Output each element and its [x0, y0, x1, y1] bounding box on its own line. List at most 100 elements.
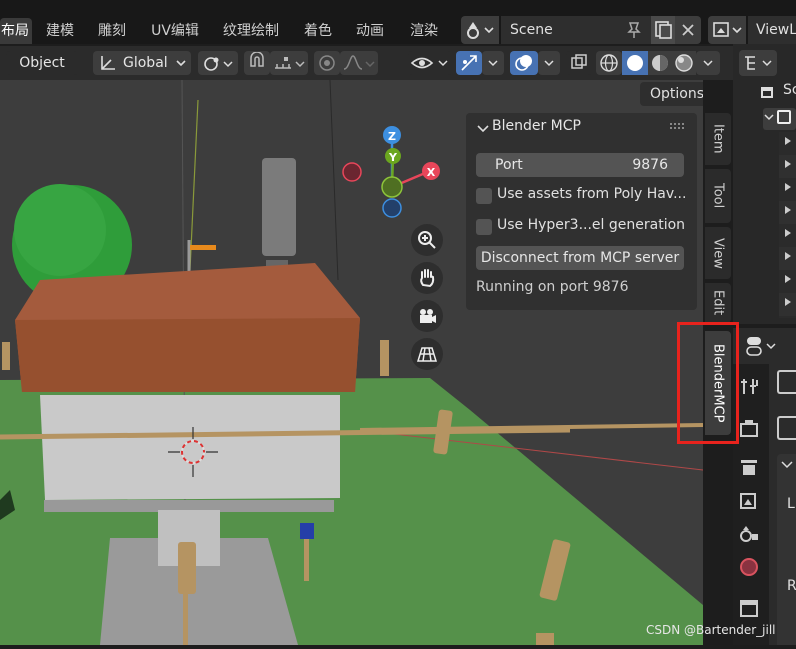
editor-type-icon	[746, 337, 776, 356]
tab-animation[interactable]: 动画	[350, 18, 390, 44]
tab-uv-editing[interactable]: UV编辑	[146, 18, 204, 44]
collection-icon	[777, 110, 791, 124]
overlays-icon	[515, 55, 532, 71]
orientation-icon	[101, 56, 115, 70]
delete-scene-icon[interactable]	[675, 16, 701, 44]
perspective-toggle-button[interactable]	[411, 338, 443, 370]
watermark: CSDN @Bartender_jill	[646, 623, 776, 637]
chevron-down-icon	[176, 60, 186, 67]
mode-menu[interactable]: Object	[6, 51, 78, 75]
tab-layout[interactable]: 布局	[0, 18, 32, 44]
properties-panel: L R	[733, 328, 796, 645]
port-field[interactable]: Port 9876	[476, 153, 684, 177]
proportional-falloff-dropdown[interactable]	[340, 51, 378, 75]
collapse-chevron-icon[interactable]	[476, 122, 490, 136]
snap-toggle[interactable]	[244, 51, 270, 75]
hand-icon	[420, 269, 435, 288]
new-scene-icon[interactable]	[651, 16, 675, 44]
options-label: Options	[650, 86, 703, 102]
properties-editor-type[interactable]	[745, 333, 783, 359]
shading-rendered[interactable]	[672, 51, 696, 75]
tab-sculpt[interactable]: 雕刻	[92, 18, 132, 44]
xray-toggle[interactable]	[566, 51, 592, 75]
server-status-text: Running on port 9876	[476, 279, 629, 295]
camera-view-button[interactable]	[411, 300, 443, 332]
shading-material[interactable]	[648, 51, 672, 75]
chevron-down-icon	[488, 60, 498, 67]
tab-tool[interactable]: Tool	[705, 169, 731, 223]
scene-icon[interactable]	[461, 16, 499, 44]
options-dropdown[interactable]: Options	[640, 82, 703, 106]
wireframe-sphere-icon	[600, 54, 618, 72]
shading-dropdown[interactable]	[696, 51, 720, 75]
gizmo-toggle[interactable]	[456, 51, 482, 75]
disconnect-button[interactable]: Disconnect from MCP server	[476, 246, 684, 270]
tab-texture-paint[interactable]: 纹理绘制	[218, 18, 284, 44]
blender-mcp-panel: Blender MCP Port 9876 Use assets from Po…	[466, 113, 697, 310]
chevron-down-icon	[544, 60, 554, 67]
tab-view[interactable]: View	[705, 227, 731, 279]
tab-edit[interactable]: Edit	[705, 283, 731, 323]
pivot-point-dropdown[interactable]	[198, 51, 238, 75]
poly-haven-label: Use assets from Poly Hav...	[497, 186, 687, 202]
transform-orientation-dropdown[interactable]: Global	[93, 51, 191, 75]
overlays-toggle[interactable]	[510, 51, 538, 75]
eye-icon	[410, 57, 448, 69]
expand-chevron-icon[interactable]	[780, 458, 794, 472]
outliner-icon	[745, 56, 772, 70]
tool-settings-icon[interactable]	[777, 416, 796, 440]
scene-selector[interactable]: Scene	[461, 16, 701, 44]
chevron-down-icon	[703, 60, 713, 67]
shading-solid[interactable]	[622, 51, 648, 75]
outliner-display-mode[interactable]	[739, 50, 777, 76]
view-layer-selector[interactable]: ViewL	[708, 16, 796, 44]
pan-button[interactable]	[411, 262, 443, 294]
proportional-edit-toggle[interactable]	[314, 51, 340, 75]
view-layer-name[interactable]: ViewL	[748, 16, 796, 44]
poly-haven-checkbox[interactable]	[476, 188, 492, 204]
tab-rendering[interactable]: 渲染	[404, 18, 444, 44]
grid-icon	[416, 347, 438, 362]
outliner-rows	[779, 132, 796, 318]
selected-object-origin	[190, 245, 216, 250]
drag-handle-icon[interactable]	[670, 122, 686, 132]
gizmo-z-label: Z	[388, 130, 396, 143]
panel-title: Blender MCP	[492, 118, 581, 134]
zoom-button[interactable]	[411, 224, 443, 256]
properties-label-l: L	[787, 496, 795, 512]
gizmo-x-label: X	[427, 166, 436, 179]
snap-target-dropdown[interactable]	[270, 51, 308, 75]
material-sphere-icon	[652, 55, 668, 71]
port-label: Port	[495, 157, 523, 173]
expand-chevron-icon[interactable]	[764, 112, 774, 122]
properties-label-r: R	[787, 578, 796, 594]
pin-icon[interactable]	[624, 20, 644, 40]
outliner-row-label: Sc	[783, 82, 796, 98]
navigation-gizmo[interactable]: Z Y X	[340, 125, 440, 225]
highlight-box	[677, 322, 739, 444]
hyper3d-label: Use Hyper3...el generation	[497, 217, 686, 233]
hyper3d-checkbox[interactable]	[476, 219, 492, 235]
row-expand-arrows	[785, 137, 791, 306]
tab-modeling[interactable]: 建模	[40, 18, 80, 44]
tab-label: 布局	[1, 23, 29, 39]
snap-increment-icon	[275, 57, 305, 69]
gizmo-dropdown[interactable]	[482, 51, 504, 75]
rendered-sphere-icon	[675, 54, 693, 72]
tab-item[interactable]: Item	[705, 113, 731, 165]
scene-collection-icon	[759, 84, 775, 100]
gizmo-y-label: Y	[388, 151, 398, 164]
camera-icon	[420, 309, 436, 323]
orientation-label: Global	[123, 55, 168, 71]
overlays-dropdown[interactable]	[538, 51, 560, 75]
pin-panel-icon[interactable]	[777, 370, 796, 394]
shading-wireframe[interactable]	[596, 51, 622, 75]
tab-shading[interactable]: 着色	[298, 18, 338, 44]
chimney	[262, 158, 296, 256]
view-layer-icon[interactable]	[708, 16, 746, 44]
zoom-icon	[418, 231, 436, 249]
visibility-dropdown[interactable]	[408, 51, 452, 75]
viewport-header: Object Global	[0, 46, 733, 80]
falloff-curve-icon	[343, 55, 375, 70]
proportional-edit-icon	[319, 55, 335, 71]
